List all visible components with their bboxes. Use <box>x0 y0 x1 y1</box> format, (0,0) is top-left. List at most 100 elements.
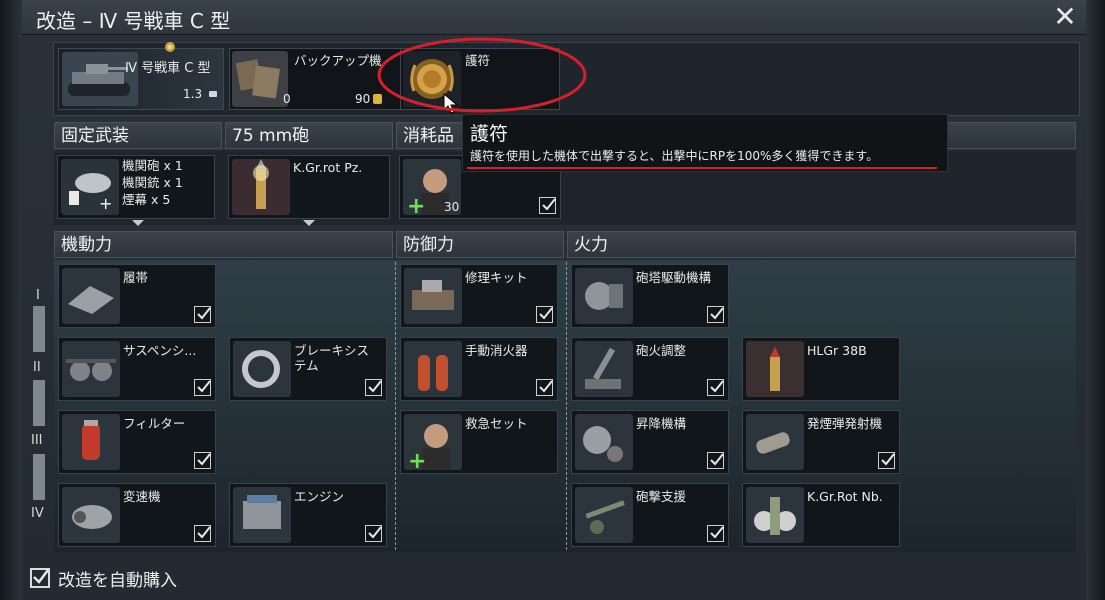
fire-extinguisher-icon <box>404 341 462 397</box>
highlight-ellipse <box>377 37 587 113</box>
module-artillery-support[interactable]: 砲撃支援 <box>571 483 729 547</box>
section-firepower: 火力 <box>567 231 1076 258</box>
section-mobility: 機動力 <box>54 231 393 258</box>
fixed-weapon-3: 煙幕 x 5 <box>122 192 171 207</box>
module-turret-drive[interactable]: 砲塔駆動機構 <box>571 264 729 328</box>
module-checkbox[interactable] <box>707 525 724 542</box>
tier-label-4: IV <box>31 506 44 521</box>
window-title: 改造 – Ⅳ 号戦車 C 型 <box>36 9 231 33</box>
tier-label-3: III <box>31 433 43 448</box>
engine-icon <box>233 487 291 543</box>
module-checkbox[interactable] <box>194 306 211 323</box>
field-gun-icon <box>575 487 633 543</box>
rank-medal-icon <box>165 42 175 52</box>
tier-label-1: I <box>36 288 40 303</box>
section-fixed-weapons: 固定武装 <box>54 122 222 149</box>
module-checkbox[interactable] <box>365 525 382 542</box>
module-brake-system[interactable]: ブレーキシステム <box>229 337 387 401</box>
module-label: ブレーキシステム <box>294 343 370 373</box>
vehicle-name: Ⅳ 号戦車 C 型 <box>125 61 211 76</box>
module-label: 変速機 <box>123 489 161 504</box>
svg-text:+: + <box>407 194 425 215</box>
module-elevation[interactable]: 昇降機構 <box>571 410 729 474</box>
chevron-down-icon[interactable] <box>303 220 315 226</box>
fixed-weapon-1: 機関砲 x 1 <box>122 158 183 173</box>
column-divider <box>566 262 567 550</box>
backup-count: 0 <box>283 92 291 106</box>
module-filter[interactable]: フィルター <box>58 410 216 474</box>
section-gun: 75 mm砲 <box>225 122 393 149</box>
module-checkbox[interactable] <box>536 306 553 323</box>
svg-text:+: + <box>408 449 426 470</box>
auto-buy-label: 改造を自動購入 <box>58 571 177 591</box>
module-checkbox[interactable] <box>878 452 895 469</box>
module-checkbox[interactable] <box>194 452 211 469</box>
smoke-launcher-icon <box>746 414 804 470</box>
close-icon[interactable]: ✕ <box>1050 2 1080 32</box>
window-left-edge <box>0 0 22 600</box>
module-fire-control[interactable]: 砲火調整 <box>571 337 729 401</box>
backup-price: 90 <box>355 92 371 106</box>
tooltip-title: 護符 <box>470 123 509 145</box>
shell-icon <box>232 159 290 215</box>
module-first-aid[interactable]: + 救急セット <box>400 410 558 474</box>
module-label: 履帯 <box>123 270 149 285</box>
ammo-name: K.Gr.rot Pz. <box>293 160 363 175</box>
smoke-shell-icon <box>746 487 804 543</box>
fixed-weapons-card[interactable]: + 機関砲 x 1 機関銃 x 1 煙幕 x 5 <box>57 155 215 219</box>
vehicle-rating: 1.3 <box>183 87 203 101</box>
turret-drive-icon <box>575 268 633 324</box>
transmission-icon <box>62 487 120 543</box>
module-suspension[interactable]: サスペンシ... <box>58 337 216 401</box>
modification-window: 改造 – Ⅳ 号戦車 C 型 ✕ Ⅳ 号戦車 C 型 1.3 バックアップ機 0… <box>0 0 1105 600</box>
tier-progress-bar <box>33 306 45 352</box>
brake-icon <box>233 341 291 397</box>
module-label: HLGr 38B <box>807 343 867 358</box>
weapon-config-icon: + <box>61 159 119 215</box>
tooltip-text: 護符を使用した機体で出撃すると、出撃中にRPを100%多く獲得できます。 <box>470 149 879 163</box>
chevron-down-icon[interactable] <box>132 220 144 226</box>
module-checkbox[interactable] <box>536 379 553 396</box>
module-transmission[interactable]: 変速機 <box>58 483 216 547</box>
crew-icon: + <box>404 414 462 470</box>
tracks-icon <box>62 268 120 324</box>
window-right-edge <box>1086 0 1105 600</box>
module-checkbox[interactable] <box>194 379 211 396</box>
module-label: 砲撃支援 <box>636 489 687 504</box>
module-kgr-rot-nb[interactable]: K.Gr.Rot Nb. <box>742 483 900 547</box>
module-smoke-launcher[interactable]: 発煙弾発射機 <box>742 410 900 474</box>
artillery-icon <box>575 341 633 397</box>
module-label: フィルター <box>123 416 186 431</box>
module-fire-extinguisher[interactable]: 手動消火器 <box>400 337 558 401</box>
module-engine[interactable]: エンジン <box>229 483 387 547</box>
module-checkbox[interactable] <box>707 306 724 323</box>
module-hlgr-38b[interactable]: HLGr 38B <box>742 337 900 401</box>
module-label: 砲塔駆動機構 <box>636 270 712 285</box>
crew-count: 30 <box>444 200 460 214</box>
filter-icon <box>62 414 120 470</box>
suspension-icon <box>62 341 120 397</box>
tier-progress-bar <box>33 454 45 500</box>
heat-shell-icon <box>746 341 804 397</box>
tier-progress-bar <box>33 380 45 426</box>
module-repair-kit[interactable]: 修理キット <box>400 264 558 328</box>
column-divider <box>395 262 396 550</box>
svg-text:+: + <box>99 194 112 213</box>
module-tracks[interactable]: 履帯 <box>58 264 216 328</box>
module-label: 昇降機構 <box>636 416 687 431</box>
section-protection: 防御力 <box>396 231 564 258</box>
module-checkbox[interactable] <box>365 379 382 396</box>
rating-icon <box>209 91 217 97</box>
module-label: 発煙弾発射機 <box>807 416 883 431</box>
vehicle-card[interactable]: Ⅳ 号戦車 C 型 1.3 <box>58 42 224 110</box>
elevation-icon <box>575 414 633 470</box>
talisman-tooltip: 護符 護符を使用した機体で出撃すると、出撃中にRPを100%多く獲得できます。 <box>462 114 948 172</box>
ammo-card[interactable]: K.Gr.rot Pz. <box>228 155 390 219</box>
crew-checkbox[interactable] <box>539 197 556 214</box>
module-checkbox[interactable] <box>194 525 211 542</box>
module-checkbox[interactable] <box>707 379 724 396</box>
module-checkbox[interactable] <box>707 452 724 469</box>
module-label: エンジン <box>294 489 345 504</box>
module-label: 修理キット <box>465 270 528 285</box>
auto-buy-checkbox[interactable] <box>30 568 50 588</box>
